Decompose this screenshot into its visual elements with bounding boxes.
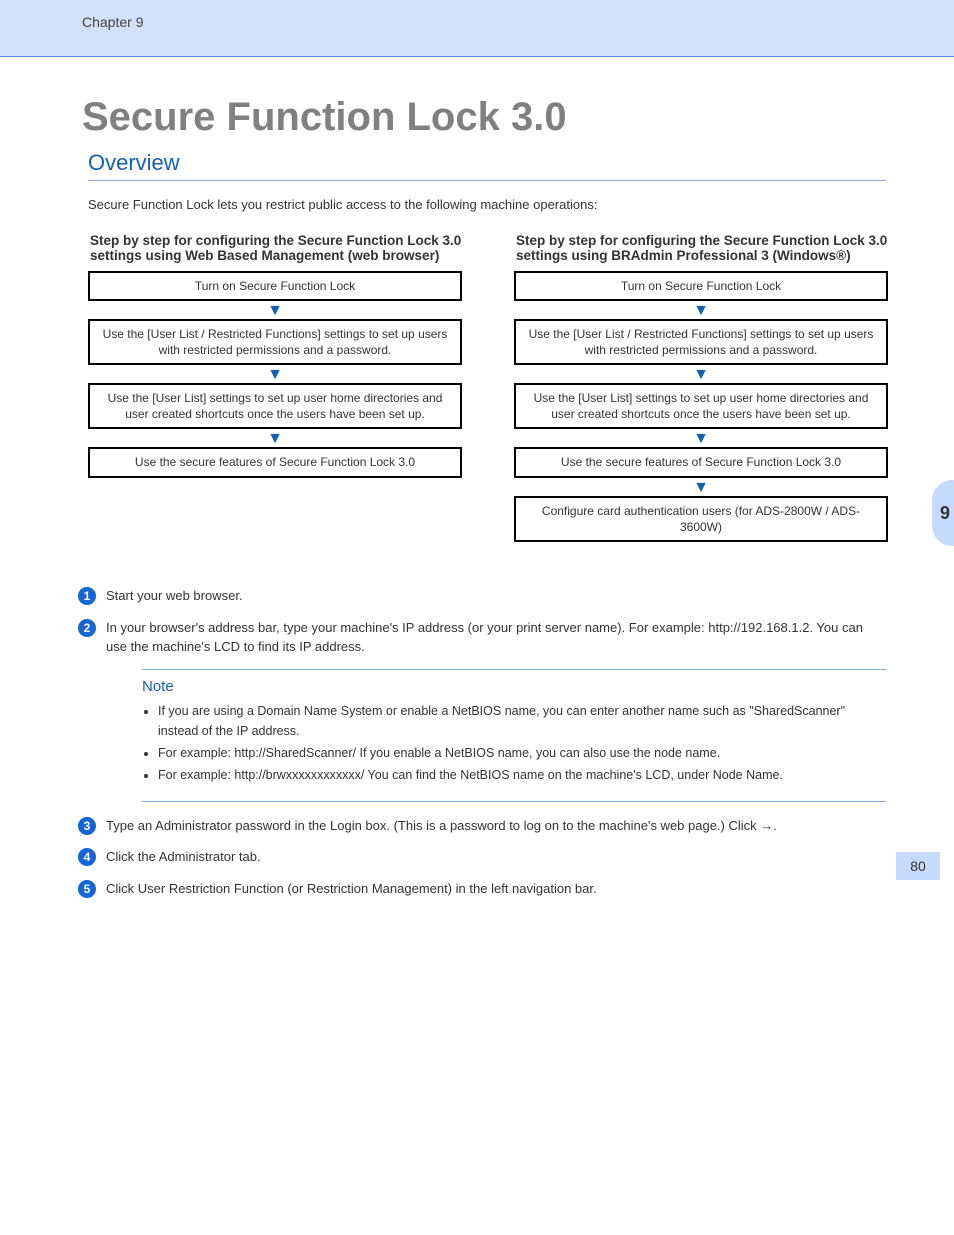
step-text: Click User Restriction Function (or Rest… [106,879,597,899]
page: Chapter 9 Secure Function Lock 3.0 Overv… [0,0,954,898]
step-text: In your browser's address bar, type your… [106,618,886,657]
down-arrow-icon: ▼ [514,478,888,496]
chapter-label: Chapter 9 [82,14,143,30]
numbered-steps: 1 Start your web browser. 2 In your brow… [78,586,886,898]
step-badge: 2 [78,619,96,637]
note-item: If you are using a Domain Name System or… [158,701,886,741]
down-arrow-icon: ▼ [514,301,888,319]
note-list: If you are using a Domain Name System or… [158,701,886,785]
step-3: 3 Type an Administrator password in the … [78,816,886,836]
flow-col-web: Step by step for configuring the Secure … [88,233,462,543]
step-2: 2 In your browser's address bar, type yo… [78,618,886,657]
flow-box: Use the [User List] settings to set up u… [514,383,888,429]
flow-caption-bradmin: Step by step for configuring the Secure … [516,233,888,263]
down-arrow-icon: ▼ [514,429,888,447]
note-box: Note If you are using a Domain Name Syst… [142,669,886,802]
down-arrow-icon: ▼ [88,365,462,383]
down-arrow-icon: ▼ [88,301,462,319]
flow-box: Turn on Secure Function Lock [88,271,462,301]
chapter-side-tab: 9 [932,480,954,546]
note-item: For example: http://SharedScanner/ If yo… [158,743,886,763]
step-badge: 3 [78,817,96,835]
flow-box: Configure card authentication users (for… [514,496,888,542]
header-band: Chapter 9 [0,0,954,57]
flow-box: Turn on Secure Function Lock [514,271,888,301]
flow-caption-web: Step by step for configuring the Secure … [90,233,462,263]
flow-box: Use the [User List] settings to set up u… [88,383,462,429]
step-text: Type an Administrator password in the Lo… [106,816,777,836]
flow-box: Use the [User List / Restricted Function… [88,319,462,365]
flow-box: Use the [User List / Restricted Function… [514,319,888,365]
flow-box: Use the secure features of Secure Functi… [514,447,888,477]
flow-box: Use the secure features of Secure Functi… [88,447,462,477]
overview-text: Secure Function Lock lets you restrict p… [88,195,886,215]
step-5: 5 Click User Restriction Function (or Re… [78,879,886,899]
overview-heading: Overview [88,150,886,181]
step-badge: 1 [78,587,96,605]
flow-row: Step by step for configuring the Secure … [88,233,888,543]
step-text: Start your web browser. [106,586,243,606]
page-title: Secure Function Lock 3.0 [82,95,954,140]
down-arrow-icon: ▼ [88,429,462,447]
note-title: Note [142,678,886,695]
page-number: 80 [896,852,940,880]
down-arrow-icon: ▼ [514,365,888,383]
step-4: 4 Click the Administrator tab. [78,847,886,867]
step-badge: 5 [78,880,96,898]
step-badge: 4 [78,848,96,866]
note-item: For example: http://brwxxxxxxxxxxxx/ You… [158,765,886,785]
flow-col-bradmin: Step by step for configuring the Secure … [514,233,888,543]
step-text: Click the Administrator tab. [106,847,261,867]
step-1: 1 Start your web browser. [78,586,886,606]
